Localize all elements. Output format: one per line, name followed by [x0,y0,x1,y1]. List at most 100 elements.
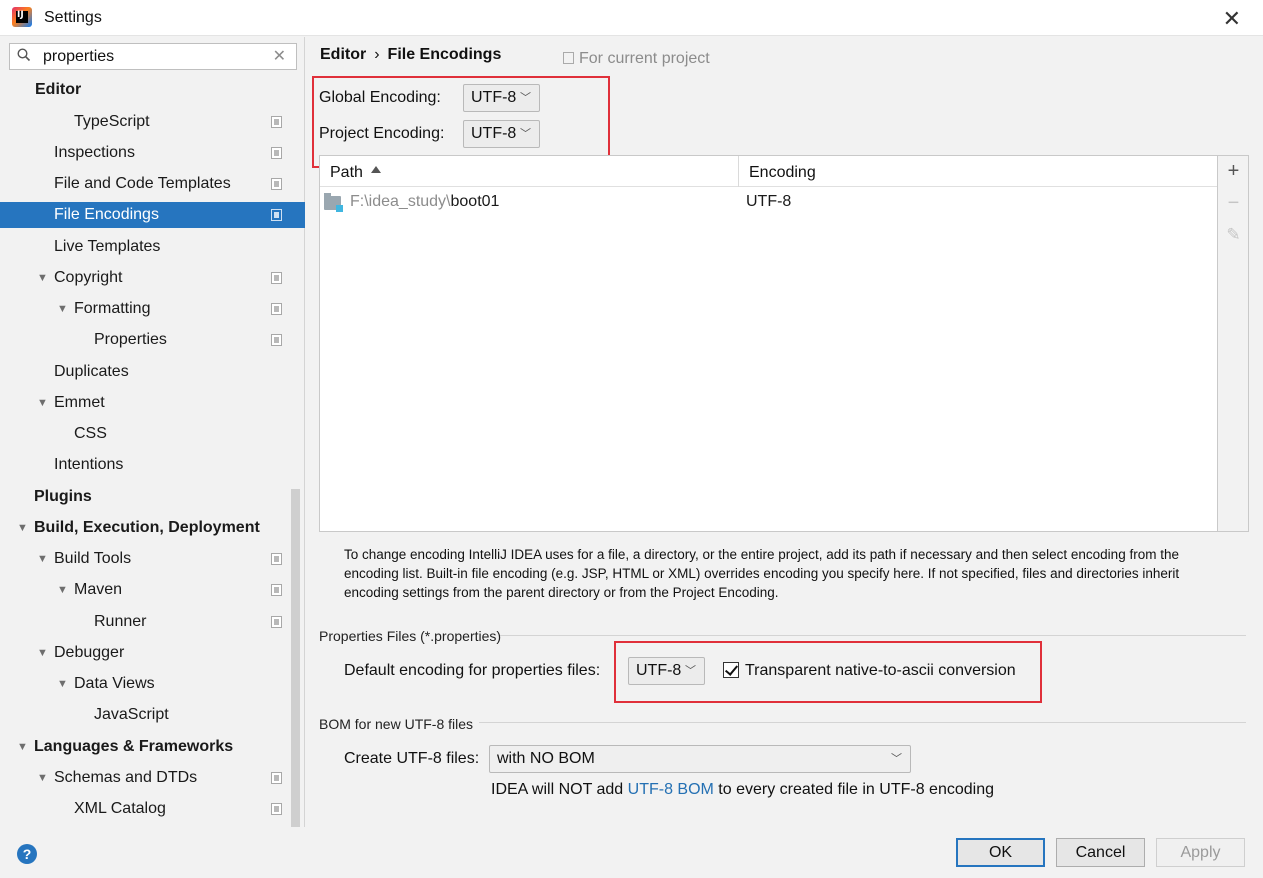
tree-item-label: Editor [35,81,82,98]
properties-encoding-select[interactable]: UTF-8 ﹀ [628,657,705,685]
close-icon[interactable]: ✕ [1223,6,1241,32]
tree-item-xml-catalog[interactable]: XML Catalog [0,796,305,822]
project-scope-icon [271,803,282,815]
tree-item-label: XML Catalog [74,800,166,817]
chevron-down-icon[interactable]: ▼ [57,296,68,322]
chevron-down-icon[interactable]: ▼ [37,765,48,791]
bom-select[interactable]: with NO BOM ﹀ [489,745,911,773]
tree-item-live-templates[interactable]: Live Templates [0,234,305,260]
sidebar-scrollbar[interactable] [291,489,300,827]
search-icon [17,48,31,62]
chevron-down-icon[interactable]: ▼ [17,515,28,541]
tree-item-duplicates[interactable]: Duplicates [0,359,305,385]
chevron-down-icon[interactable]: ▼ [37,640,48,666]
help-text: To change encoding IntelliJ IDEA uses fo… [344,547,1180,600]
utf8-bom-link[interactable]: UTF-8 BOM [628,781,714,798]
chevron-down-icon[interactable]: ▼ [37,390,48,416]
global-encoding-value: UTF-8 [471,89,517,106]
tree-item-debugger[interactable]: ▼ Debugger [0,640,305,666]
global-encoding-select[interactable]: UTF-8 ﹀ [463,84,540,112]
bom-note: IDEA will NOT add UTF-8 BOM to every cre… [491,781,994,799]
bom-note-prefix: IDEA will NOT add [491,781,628,798]
breadcrumb-parent[interactable]: Editor [320,46,366,63]
bom-note-suffix: to every created file in UTF-8 encoding [713,781,994,798]
tree-item-file-code-templates[interactable]: File and Code Templates [0,171,305,197]
row-path-prefix: F:\idea_study\ [350,193,451,210]
remove-icon[interactable]: − [1218,192,1249,215]
search-box[interactable]: ✕ [9,43,297,70]
row-encoding[interactable]: UTF-8 [746,193,791,211]
project-encoding-label: Project Encoding: [319,125,445,142]
clear-search-icon[interactable]: ✕ [273,46,286,66]
title-bar: IJ Settings ✕ [0,0,1263,36]
tree-item-editor[interactable]: Editor [0,77,305,103]
tree-item-label: Languages & Frameworks [34,738,234,755]
tree-item-intentions[interactable]: Intentions [0,452,305,478]
tree-item-label: Build, Execution, Deployment [34,519,260,536]
tree-item-label: CSS [74,425,107,442]
intellij-idea-icon: IJ [12,7,32,27]
tree-item-javascript[interactable]: JavaScript [0,702,305,728]
chevron-down-icon[interactable]: ▼ [37,265,48,291]
tree-item-formatting[interactable]: ▼ Formatting [0,296,305,322]
tree-item-label: Build Tools [54,550,132,567]
tree-item-maven[interactable]: ▼ Maven [0,577,305,603]
tree-item-label: Runner [94,613,147,630]
tree-item-copyright[interactable]: ▼ Copyright [0,265,305,291]
tree-item-label: Debugger [54,644,125,661]
chevron-down-icon[interactable]: ▼ [37,546,48,572]
add-icon[interactable]: + [1218,160,1249,183]
project-scope-icon [271,584,282,596]
tree-item-label: Live Templates [54,238,161,255]
bom-select-value: with NO BOM [497,750,595,767]
project-scope-icon [271,178,282,190]
table-row[interactable]: F:\idea_study\boot01 [350,193,499,211]
project-encoding-value: UTF-8 [471,125,517,142]
project-scope-icon [271,303,282,315]
project-encoding-select[interactable]: UTF-8 ﹀ [463,120,540,148]
column-header-path[interactable]: Path [320,156,738,187]
project-scope-icon [271,553,282,565]
project-scope-icon [271,147,282,159]
edit-icon[interactable]: ✎ [1218,225,1249,245]
search-input[interactable] [43,47,273,67]
tree-item-label: Emmet [54,394,105,411]
chevron-down-icon: ﹀ [520,128,531,140]
tree-item-label: Schemas and DTDs [54,769,198,786]
tree-item-label: JavaScript [94,706,169,723]
tree-item-label: Intentions [54,456,124,473]
tree-item-label: File and Code Templates [54,175,231,192]
help-icon[interactable]: ? [17,844,37,864]
tree-item-properties[interactable]: Properties [0,327,305,353]
tree-item-languages-frameworks[interactable]: ▼ Languages & Frameworks [0,734,305,760]
tree-item-runner[interactable]: Runner [0,609,305,635]
global-encoding-label: Global Encoding: [319,89,441,106]
tree-item-schemas-dtds[interactable]: ▼ Schemas and DTDs [0,765,305,791]
chevron-down-icon[interactable]: ▼ [17,734,28,760]
ok-button[interactable]: OK [956,838,1045,867]
sort-ascending-icon [370,166,381,173]
tree-item-data-views[interactable]: ▼ Data Views [0,671,305,697]
tree-item-emmet[interactable]: ▼ Emmet [0,390,305,416]
table-toolbar: + − ✎ [1218,155,1249,532]
row-path-name: boot01 [450,193,500,210]
tree-item-css[interactable]: CSS [0,421,305,447]
tree-item-typescript[interactable]: TypeScript [0,109,305,135]
column-header-encoding[interactable]: Encoding [739,156,1217,187]
tree-item-inspections[interactable]: Inspections [0,140,305,166]
chevron-down-icon[interactable]: ▼ [57,577,68,603]
breadcrumb: Editor › File Encodings [320,46,501,64]
chevron-down-icon[interactable]: ▼ [57,671,68,697]
tree-item-build-tools[interactable]: ▼ Build Tools [0,546,305,572]
tree-item-build-execution-deployment[interactable]: ▼ Build, Execution, Deployment [0,515,305,541]
native-to-ascii-checkbox[interactable] [723,662,739,678]
path-encoding-table[interactable]: Path Encoding F:\idea_study\boot01 UTF-8 [319,155,1218,532]
tree-item-label: Properties [94,331,167,348]
tree-item-file-encodings[interactable]: File Encodings [0,202,305,228]
native-to-ascii-label[interactable]: Transparent native-to-ascii conversion [745,662,1016,680]
project-scope-icon [271,772,282,784]
cancel-button[interactable]: Cancel [1056,838,1145,867]
tree-item-label: Copyright [54,269,123,286]
apply-button[interactable]: Apply [1156,838,1245,867]
tree-item-plugins[interactable]: Plugins [0,484,305,510]
